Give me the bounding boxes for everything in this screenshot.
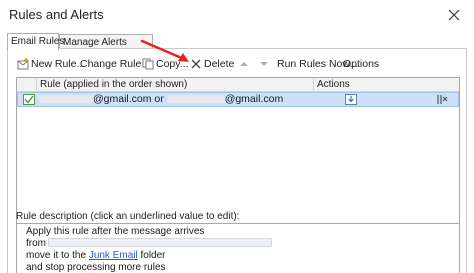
tab-manage-alerts[interactable]: Manage Alerts: [59, 34, 153, 49]
rule-enabled-checkbox[interactable]: [23, 94, 35, 105]
rule-name-part1: @gmail.com or: [93, 93, 164, 105]
copy-button[interactable]: Copy...: [156, 55, 188, 73]
email-rules-panel: New Rule... Change Rule▼ Copy... Delete …: [7, 48, 467, 273]
redacted-sender-addresses[interactable]: [48, 238, 272, 247]
move-up-icon[interactable]: [238, 58, 250, 70]
header-rule[interactable]: Rule (applied in the order shown): [37, 78, 314, 92]
rules-toolbar: New Rule... Change Rule▼ Copy... Delete …: [8, 55, 466, 73]
move-down-icon[interactable]: [258, 58, 270, 70]
description-line: from: [26, 238, 459, 250]
delete-x-icon: [190, 58, 202, 70]
change-rule-label: Change Rule: [80, 58, 142, 70]
description-line: Apply this rule after the message arrive…: [26, 226, 205, 237]
folder-suffix: folder: [140, 250, 166, 261]
redacted-address-1: [39, 95, 93, 103]
new-rule-label: New Rule...: [31, 58, 86, 70]
rule-name: @gmail.com or @gmail.com: [39, 93, 283, 106]
delete-button[interactable]: Delete: [204, 55, 234, 73]
close-icon[interactable]: [446, 7, 462, 23]
description-line: and stop processing more rules: [26, 262, 166, 273]
new-rule-icon: [17, 58, 29, 70]
from-prefix: from: [26, 238, 46, 249]
copy-icon: [142, 58, 154, 70]
copy-label: Copy...: [156, 58, 189, 70]
header-actions[interactable]: Actions: [314, 78, 459, 92]
change-rule-button[interactable]: Change Rule▼: [80, 55, 150, 73]
redacted-address-2: [166, 95, 225, 103]
delete-label: Delete: [204, 58, 235, 70]
new-rule-button[interactable]: New Rule...: [31, 55, 85, 73]
title-bar: Rules and Alerts: [0, 0, 474, 30]
tab-email-rules[interactable]: Email Rules: [7, 33, 64, 50]
stop-processing-icon: [436, 94, 448, 105]
rule-name-part2: @gmail.com: [224, 93, 284, 105]
junk-email-folder-link[interactable]: Junk Email: [89, 250, 138, 261]
rule-row[interactable]: @gmail.com or @gmail.com: [17, 92, 459, 107]
rules-list: Rule (applied in the order shown) Action…: [16, 77, 460, 228]
options-button[interactable]: Options: [343, 55, 379, 73]
window-title: Rules and Alerts: [9, 7, 104, 22]
options-label: Options: [343, 58, 380, 70]
move-prefix: move it to the: [26, 250, 87, 261]
description-line: move it to the Junk Email folder: [26, 250, 459, 262]
rule-description-box: Apply this rule after the message arrive…: [16, 223, 460, 273]
move-to-folder-icon: [345, 94, 357, 105]
header-checkbox-column: [17, 78, 37, 92]
rule-description-label: Rule description (click an underlined va…: [16, 211, 240, 222]
